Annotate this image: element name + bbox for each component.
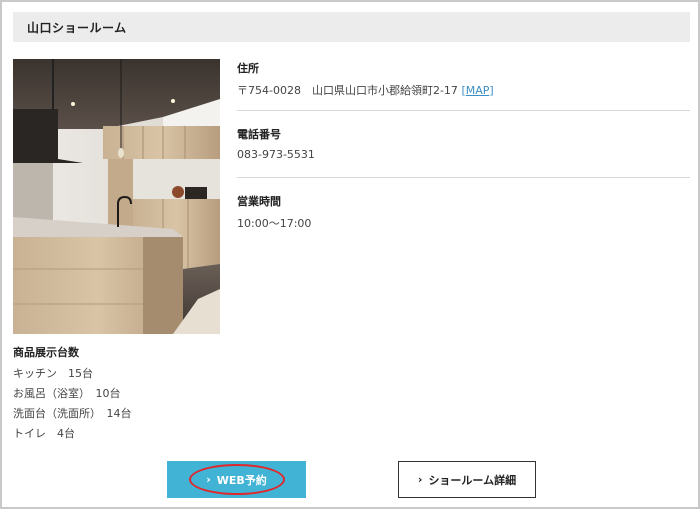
map-bracket-close: ]	[489, 84, 494, 97]
showroom-details-label: ショールーム詳細	[428, 473, 517, 487]
display-count-item: トイレ 4台	[13, 427, 75, 440]
phone-value: 083-973-5531	[237, 148, 315, 161]
highlight-circle	[189, 464, 285, 495]
display-count-section: 商品展示台数 キッチン 15台 お風呂（浴室） 10台 洗面台（洗面所） 14台…	[13, 346, 132, 444]
divider	[237, 177, 690, 178]
hours-value: 10:00〜17:00	[237, 217, 312, 230]
phone-section: 電話番号 083-973-5531	[237, 126, 315, 161]
phone-label: 電話番号	[237, 128, 281, 141]
web-reserve-button[interactable]: › WEB予約	[167, 461, 306, 498]
address-value-line: 〒754-0028 山口県山口市小郡給領町2-17 [MAP]	[237, 82, 494, 98]
chevron-right-icon: ›	[417, 473, 423, 486]
address-value: 〒754-0028 山口県山口市小郡給領町2-17	[237, 84, 458, 97]
showroom-title: 山口ショールーム	[27, 21, 127, 35]
map-link[interactable]: MAP	[466, 84, 490, 97]
address-label: 住所	[237, 62, 259, 75]
showroom-photo	[13, 59, 220, 334]
address-section: 住所 〒754-0028 山口県山口市小郡給領町2-17 [MAP]	[237, 60, 494, 98]
divider	[237, 110, 690, 111]
showroom-header: 山口ショールーム	[13, 12, 690, 42]
showroom-card: 山口ショールーム 住所 〒754-0028 山口県山口市小郡給領町2-17 [M…	[0, 0, 700, 509]
display-count-item: キッチン 15台	[13, 367, 93, 380]
showroom-details-button[interactable]: › ショールーム詳細	[398, 461, 536, 498]
hours-label: 営業時間	[237, 195, 281, 208]
display-count-title: 商品展示台数	[13, 346, 79, 359]
display-count-item: 洗面台（洗面所） 14台	[13, 407, 132, 420]
display-count-item: お風呂（浴室） 10台	[13, 387, 121, 400]
hours-section: 営業時間 10:00〜17:00	[237, 193, 311, 231]
